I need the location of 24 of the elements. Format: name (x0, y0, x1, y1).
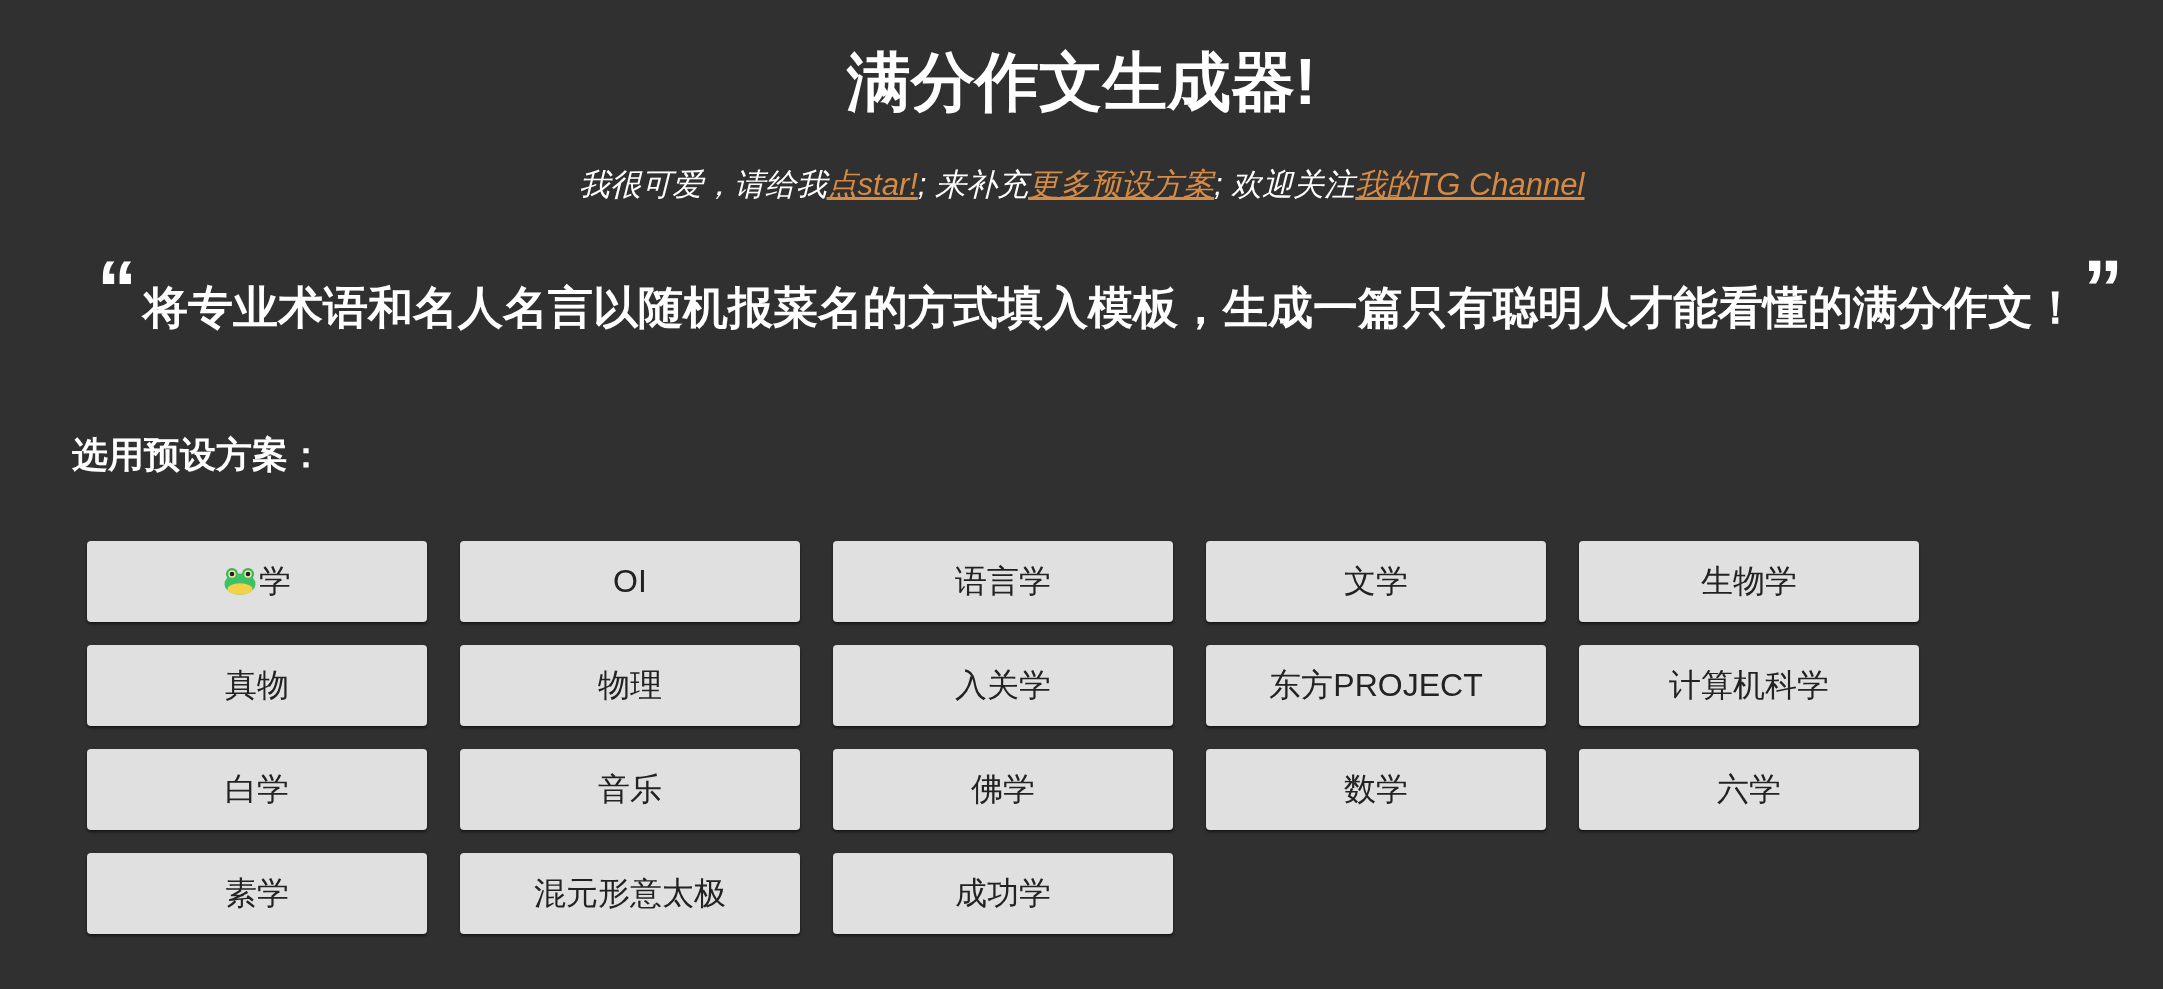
preset-button[interactable]: 成功学 (833, 853, 1173, 934)
preset-button[interactable]: 东方PROJECT (1206, 645, 1546, 726)
preset-button[interactable]: 物理 (460, 645, 800, 726)
page-title: 满分作文生成器! (846, 45, 1317, 120)
subtitle-text: 我很可爱，请给我点star!; 来补充更多预设方案; 欢迎关注我的TG Channel (578, 165, 1585, 204)
preset-button[interactable]: 文学 (1206, 541, 1546, 622)
preset-button[interactable]: 生物学 (1579, 541, 1919, 622)
preset-button[interactable]: 入关学 (833, 645, 1173, 726)
quote-mark: “ (97, 249, 137, 330)
quote-text: 将专业术语和名人名言以随机报菜名的方式填入模板，生成一篇只有聪明人才能看懂的满分作文！ (142, 281, 2078, 336)
preset-button[interactable]: 语言学 (833, 541, 1173, 622)
preset-button[interactable]: 混元形意太极 (460, 853, 800, 934)
preset-button[interactable]: 学 (87, 541, 427, 622)
preset-button[interactable]: 佛学 (833, 749, 1173, 830)
preset-button[interactable]: 数学 (1206, 749, 1546, 830)
preset-button[interactable]: 素学 (87, 853, 427, 934)
preset-button[interactable]: 真物 (87, 645, 427, 726)
quote-mark: ” (2083, 249, 2123, 330)
preset-button[interactable]: 计算机科学 (1579, 645, 1919, 726)
preset-button[interactable]: OI (460, 541, 800, 622)
preset-button[interactable]: 六学 (1579, 749, 1919, 830)
preset-button[interactable]: 音乐 (460, 749, 800, 830)
section-heading: 选用预设方案： (72, 432, 324, 476)
preset-button[interactable]: 白学 (87, 749, 427, 830)
